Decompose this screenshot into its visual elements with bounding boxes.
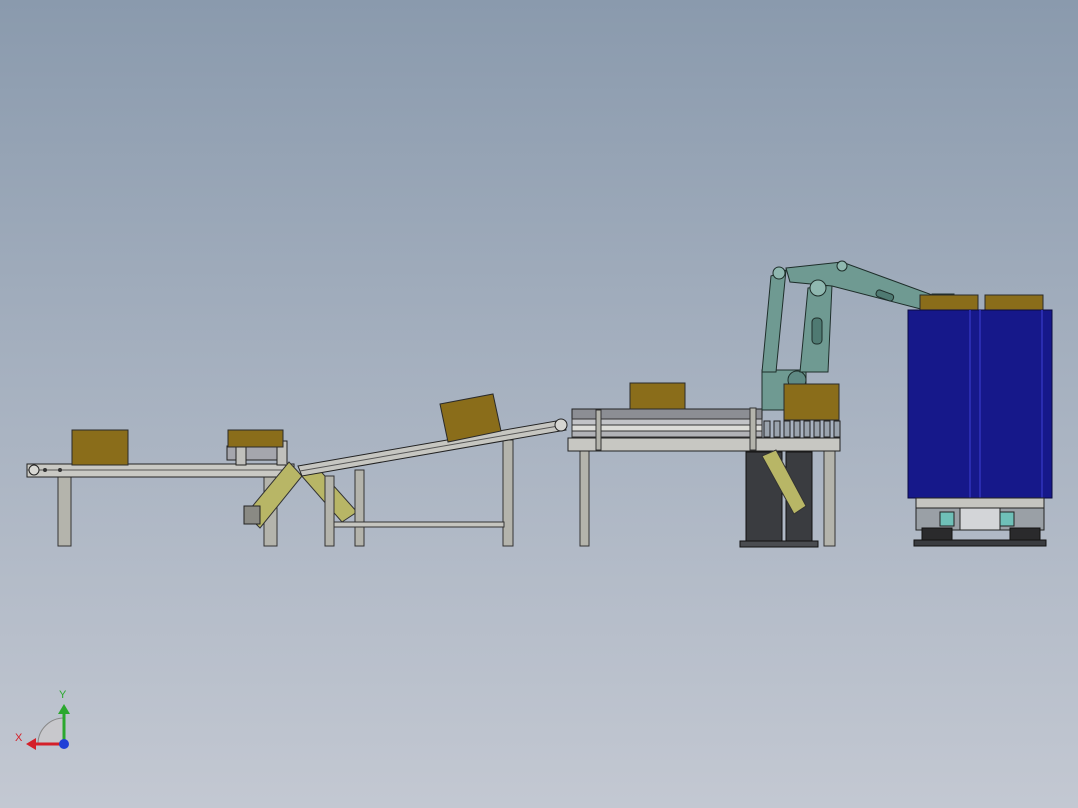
roller-pins <box>763 420 841 438</box>
infeed-conveyor[interactable] <box>26 429 295 547</box>
conveyor-crossbar <box>333 521 505 528</box>
carton-box[interactable] <box>783 383 840 421</box>
xyz-triad-icon <box>26 704 70 750</box>
conveyor-leg <box>57 475 72 547</box>
pallet <box>915 497 1045 509</box>
conveyor-leg <box>502 439 514 547</box>
x-axis-label: X <box>15 732 23 744</box>
conveyor-leg <box>324 475 335 547</box>
incline-conveyor[interactable] <box>243 393 568 547</box>
carton-box[interactable] <box>984 294 1044 311</box>
pallet-stack[interactable] <box>907 294 1053 547</box>
carton-box[interactable] <box>629 382 686 410</box>
robot-rear-link <box>761 269 787 373</box>
cad-viewport[interactable]: X Y <box>0 0 1078 808</box>
carton-box[interactable] <box>71 429 129 466</box>
carton-box[interactable] <box>227 429 284 448</box>
carton-box[interactable] <box>919 294 979 311</box>
table-leg <box>579 449 590 547</box>
table-top <box>567 437 841 452</box>
table-leg <box>823 449 836 547</box>
transfer-unit <box>226 445 284 461</box>
conveyor-leg <box>354 469 365 547</box>
y-axis-label: Y <box>59 689 67 701</box>
palletizing-line-model[interactable] <box>0 0 1078 808</box>
